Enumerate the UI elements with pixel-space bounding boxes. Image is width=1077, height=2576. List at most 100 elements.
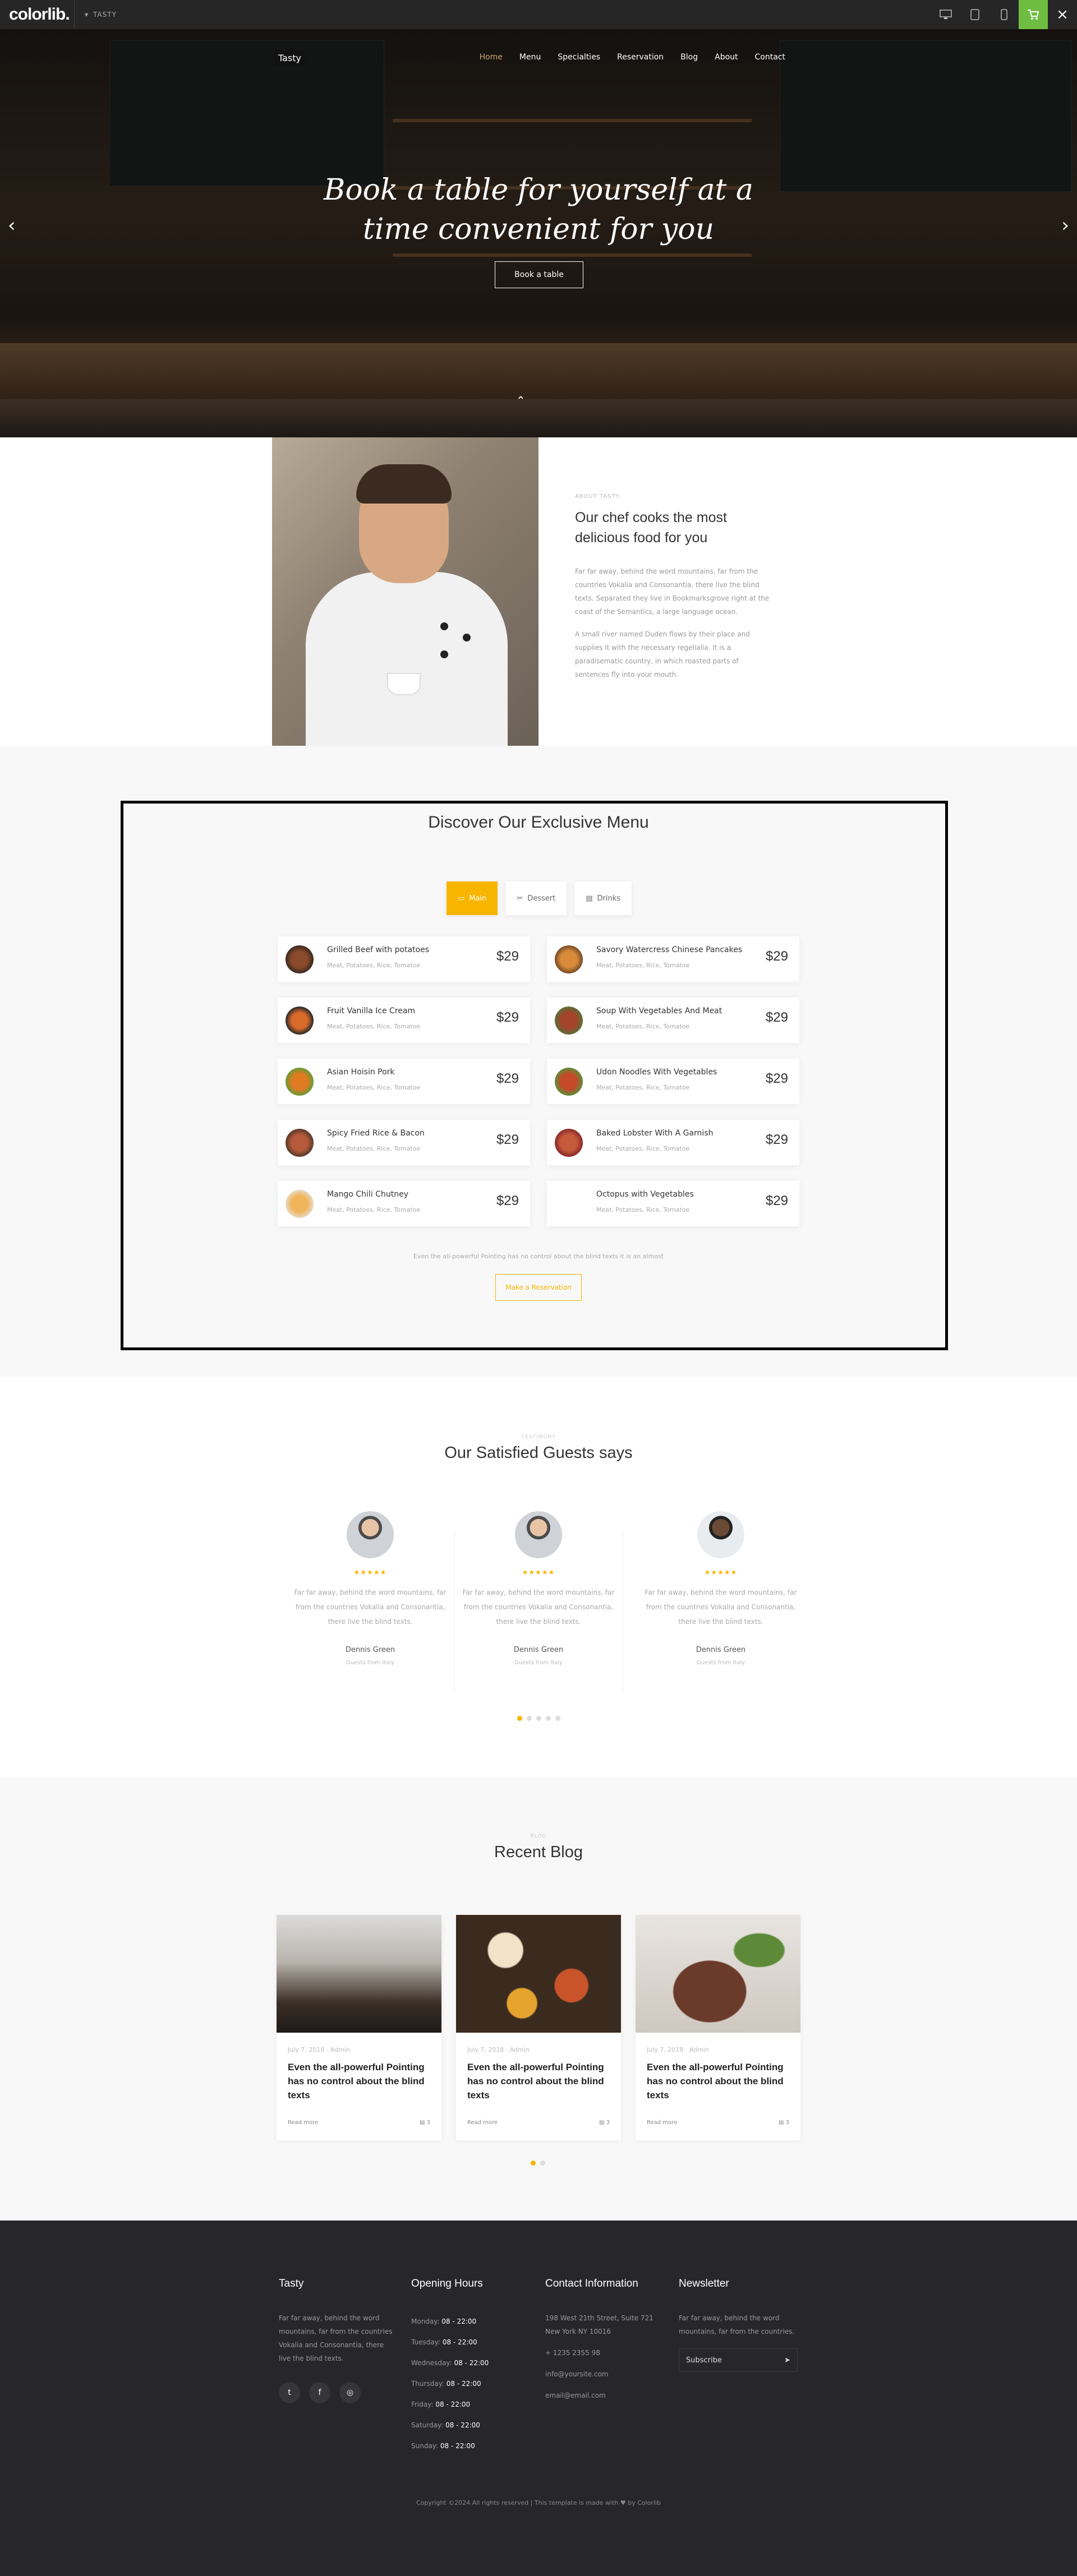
coat-button <box>440 622 448 630</box>
nav-blog[interactable]: Blog <box>680 53 698 62</box>
menu-item[interactable]: Baked Lobster With A Garnish Meat, Potato… <box>547 1120 799 1165</box>
tab-main[interactable]: ▭ Main <box>447 881 498 915</box>
dish-desc: Meat, Potatoes, Rice, Tomatoe <box>327 1206 421 1213</box>
dish-desc: Meat, Potatoes, Rice, Tomatoe <box>596 962 690 969</box>
blog-card[interactable]: July 7, 2018 · Admin Even the all-powerf… <box>636 1915 800 2140</box>
contact-email[interactable]: info@yoursite.com <box>545 2367 657 2381</box>
dessert-icon: ✂ <box>517 894 523 903</box>
twitter-icon[interactable]: t <box>279 2382 300 2403</box>
desktop-icon[interactable] <box>931 0 960 29</box>
guest-role: Guests from Italy <box>697 1660 745 1666</box>
menu-item[interactable]: Savory Watercress Chinese Pancakes Meat, … <box>547 936 799 982</box>
tab-label: Drinks <box>597 894 621 903</box>
mobile-icon[interactable] <box>989 0 1019 29</box>
day-label: Sunday: <box>411 2442 439 2450</box>
make-reservation-button[interactable]: Make a Reservation <box>495 1274 582 1301</box>
post-title[interactable]: Even the all-powerful Pointing has no co… <box>467 2060 610 2102</box>
menu-item[interactable]: Asian Hoisin Pork Meat, Potatoes, Rice, T… <box>278 1059 530 1104</box>
nav-home[interactable]: Home <box>480 53 503 62</box>
chevron-right-icon[interactable]: › <box>1061 214 1069 237</box>
nav-contact[interactable]: Contact <box>755 53 785 62</box>
menu-item[interactable]: Soup With Vegetables And Meat Meat, Potat… <box>547 998 799 1043</box>
dish-price: $29 <box>765 1071 788 1086</box>
instagram-icon[interactable]: ◎ <box>339 2382 361 2403</box>
read-more-link[interactable]: Read more <box>467 2120 498 2126</box>
carousel-dot[interactable] <box>546 1716 551 1721</box>
carousel-dot[interactable] <box>527 1716 532 1721</box>
carousel-dot[interactable] <box>531 2160 536 2166</box>
dish-name: Soup With Vegetables And Meat <box>596 1007 722 1015</box>
footer-about-text: Far far away, behind the word mountains,… <box>279 2314 393 2362</box>
hero-title-line1: Book a table for yourself at a <box>324 173 753 207</box>
blog-card[interactable]: July 7, 2018 · Admin Even the all-powerf… <box>456 1915 621 2140</box>
dish-thumbnail <box>286 1129 314 1157</box>
comments-count: ▤ 3 <box>599 2120 610 2126</box>
testimonial-quote: Far far away, behind the word mountains,… <box>645 1589 797 1626</box>
about-subheading: ABOUT TASTY <box>575 493 620 500</box>
menu-item[interactable]: Udon Noodles With Vegetables Meat, Potato… <box>547 1059 799 1104</box>
post-meta: July 7, 2018 · Admin <box>647 2046 709 2053</box>
time-value: 08 - 22:00 <box>442 2338 477 2346</box>
testimonials-section: TESTIMONY Our Satisfied Guests says ★★★★… <box>0 1377 1077 1778</box>
read-more-link[interactable]: Read more <box>288 2120 318 2126</box>
dish-price: $29 <box>765 949 788 964</box>
cart-button[interactable] <box>1019 0 1048 29</box>
read-more-link[interactable]: Read more <box>647 2120 677 2126</box>
site-logo[interactable]: Tasty <box>275 50 305 66</box>
post-meta: July 7, 2018 · Admin <box>288 2046 350 2053</box>
subscribe-placeholder[interactable]: Subscribe <box>686 2356 722 2365</box>
subscribe-field[interactable]: Subscribe ➤ <box>679 2348 798 2372</box>
mouse-scroll-icon[interactable]: ⌃ <box>516 394 526 407</box>
hours-row: Sunday: 08 - 22:00 <box>411 2436 523 2457</box>
time-value: 08 - 22:00 <box>441 2318 477 2325</box>
menu-item[interactable]: Fruit Vanilla Ice Cream Meat, Potatoes, R… <box>278 998 530 1043</box>
dish-thumbnail <box>286 1190 314 1218</box>
facebook-icon[interactable]: f <box>309 2382 330 2403</box>
testimonial-quote: Far far away, behind the word mountains,… <box>294 1589 447 1626</box>
nav-menu[interactable]: Menu <box>519 53 541 62</box>
guest-name: Dennis Green <box>696 1646 746 1654</box>
testimonial-card: ★★★★★ Far far away, behind the word moun… <box>286 1511 454 1702</box>
nav-specialties[interactable]: Specialties <box>558 53 600 62</box>
book-table-button[interactable]: Book a table <box>495 261 583 288</box>
comments-count: ▤ 3 <box>778 2120 789 2126</box>
chevron-left-icon[interactable]: ‹ <box>8 214 16 237</box>
carousel-dot[interactable] <box>540 2160 545 2166</box>
theme-selector[interactable]: ▾ TASTY <box>75 11 117 19</box>
tab-drinks[interactable]: ▤ Drinks <box>574 881 632 915</box>
tab-label: Main <box>469 894 487 903</box>
coat-button <box>440 650 448 658</box>
nav-about[interactable]: About <box>715 53 738 62</box>
post-title[interactable]: Even the all-powerful Pointing has no co… <box>288 2060 430 2102</box>
contact-email[interactable]: email@email.com <box>545 2389 657 2402</box>
close-preview-button[interactable]: × <box>1048 0 1077 29</box>
time-value: 08 - 22:00 <box>454 2359 489 2367</box>
carousel-dot[interactable] <box>517 1716 522 1721</box>
menu-item[interactable]: Octopus with Vegetables Meat, Potatoes, R… <box>547 1181 799 1226</box>
send-icon[interactable]: ➤ <box>784 2356 790 2365</box>
newsletter-title: Newsletter <box>679 2278 729 2289</box>
blog-image <box>636 1915 800 2033</box>
tablet-icon[interactable] <box>960 0 989 29</box>
menu-item[interactable]: Grilled Beef with potatoes Meat, Potatoes… <box>278 936 530 982</box>
blog-image <box>456 1915 621 2033</box>
carousel-dot[interactable] <box>555 1716 560 1721</box>
menu-item[interactable]: Mango Chili Chutney Meat, Potatoes, Rice,… <box>278 1181 530 1226</box>
contact-phone[interactable]: + 1235 2355 98 <box>545 2346 657 2360</box>
coffee-cup <box>387 673 421 695</box>
blog-image <box>277 1915 441 2033</box>
colorlib-logo[interactable]: colorlib. <box>0 5 74 24</box>
blog-card[interactable]: July 7, 2018 · Admin Even the all-powerf… <box>277 1915 441 2140</box>
post-title[interactable]: Even the all-powerful Pointing has no co… <box>647 2060 789 2102</box>
cart-icon <box>1028 10 1039 20</box>
dish-thumbnail <box>555 1190 583 1218</box>
carousel-dot[interactable] <box>536 1716 541 1721</box>
menu-item[interactable]: Spicy Fried Rice & Bacon Meat, Potatoes, … <box>278 1120 530 1165</box>
guest-name: Dennis Green <box>345 1646 395 1654</box>
chevron-down-icon: ▾ <box>85 11 89 19</box>
tab-dessert[interactable]: ✂ Dessert <box>505 881 567 915</box>
contact-title: Contact Information <box>545 2278 638 2289</box>
dish-price: $29 <box>496 949 519 964</box>
nav-reservation[interactable]: Reservation <box>617 53 664 62</box>
dish-desc: Meat, Potatoes, Rice, Tomatoe <box>596 1023 690 1030</box>
